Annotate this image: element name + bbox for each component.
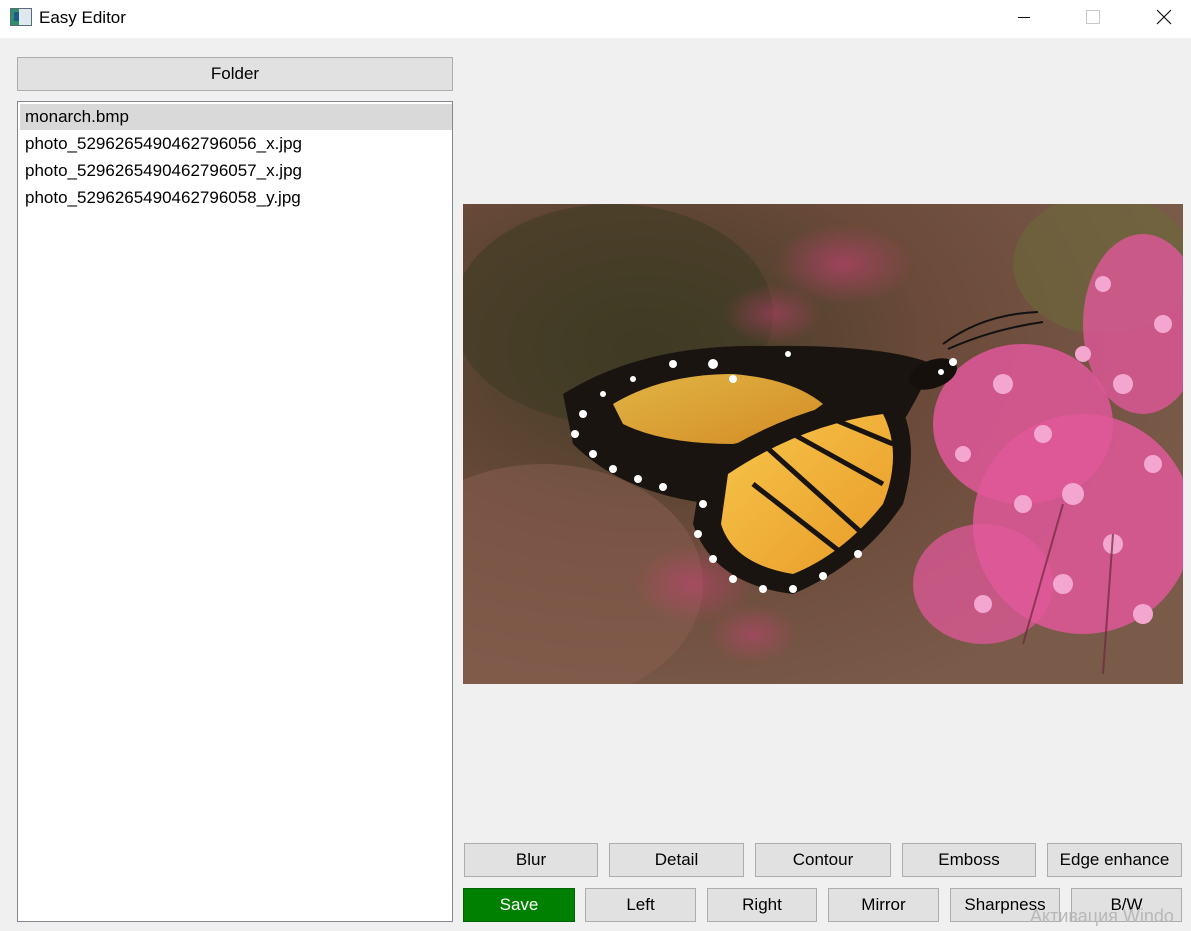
file-list[interactable]: monarch.bmp photo_5296265490462796056_x.… bbox=[17, 101, 453, 922]
maximize-icon bbox=[1086, 10, 1100, 24]
detail-button[interactable]: Detail bbox=[609, 843, 744, 877]
list-item[interactable]: photo_5296265490462796058_y.jpg bbox=[20, 185, 452, 211]
folder-button[interactable]: Folder bbox=[17, 57, 453, 91]
rotate-left-button[interactable]: Left bbox=[585, 888, 696, 922]
title-bar: Easy Editor bbox=[0, 0, 1191, 38]
emboss-button[interactable]: Emboss bbox=[902, 843, 1036, 877]
butterfly-photo bbox=[463, 204, 1183, 684]
minimize-icon bbox=[1018, 16, 1030, 18]
window-title: Easy Editor bbox=[39, 8, 126, 27]
image-preview bbox=[463, 204, 1183, 684]
close-button[interactable] bbox=[1129, 0, 1191, 34]
minimize-button[interactable] bbox=[989, 0, 1059, 34]
list-item[interactable]: photo_5296265490462796057_x.jpg bbox=[20, 158, 452, 184]
mirror-button[interactable]: Mirror bbox=[828, 888, 939, 922]
blur-button[interactable]: Blur bbox=[464, 843, 598, 877]
contour-button[interactable]: Contour bbox=[755, 843, 891, 877]
edge-enhance-button[interactable]: Edge enhance bbox=[1047, 843, 1182, 877]
save-button[interactable]: Save bbox=[463, 888, 575, 922]
list-item[interactable]: monarch.bmp bbox=[20, 104, 452, 130]
list-item[interactable]: photo_5296265490462796056_x.jpg bbox=[20, 131, 452, 157]
close-icon bbox=[1156, 9, 1172, 25]
rotate-right-button[interactable]: Right bbox=[707, 888, 817, 922]
app-icon bbox=[10, 8, 32, 26]
maximize-button[interactable] bbox=[1058, 0, 1128, 34]
activation-watermark: Активация Windo bbox=[1030, 906, 1174, 926]
